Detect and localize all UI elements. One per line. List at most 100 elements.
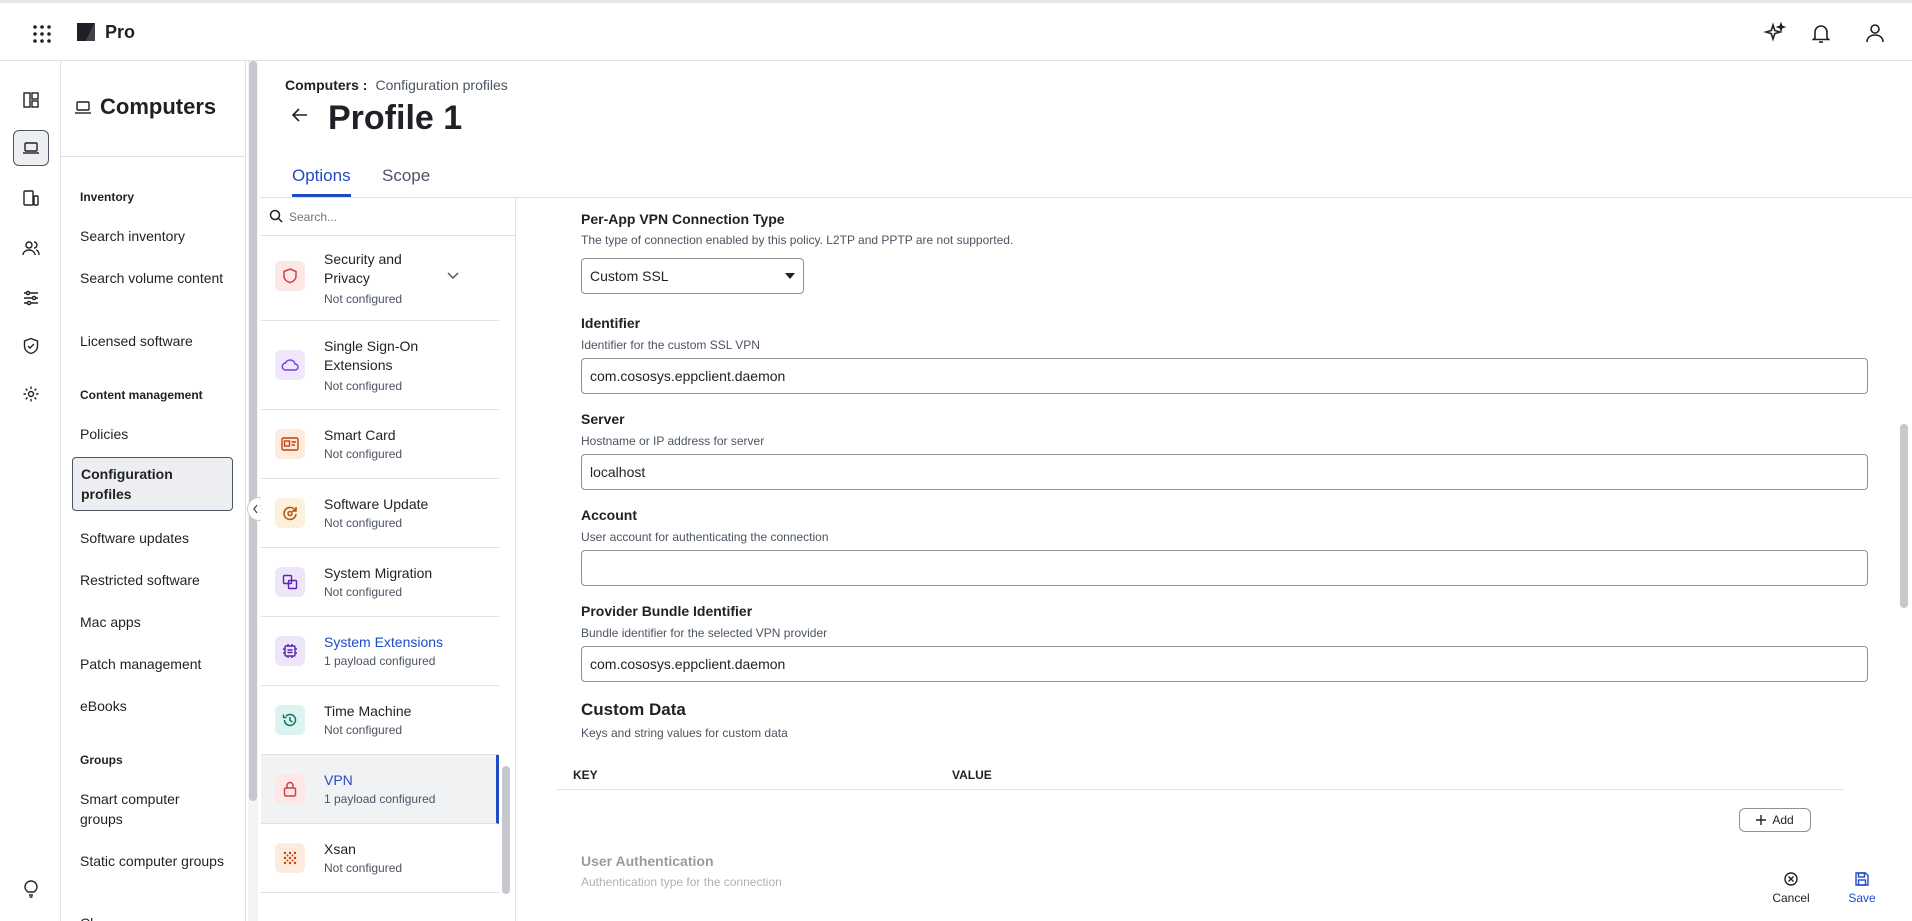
bundle-identifier-input[interactable] [581, 646, 1868, 682]
nav-section-inventory: Inventory [80, 190, 135, 204]
nav-item-search-inventory[interactable]: Search inventory [72, 220, 233, 252]
chevron-down-icon[interactable] [447, 272, 459, 280]
caret-down-icon [785, 273, 795, 279]
payload-item-system-migration[interactable]: System Migration Not configured [261, 548, 499, 617]
nav-item-cl[interactable]: Cl... [72, 907, 233, 921]
history-icon [275, 705, 305, 735]
cancel-label: Cancel [1772, 891, 1810, 905]
payload-status: Not configured [324, 292, 403, 306]
nav-item-search-volume-content[interactable]: Search volume content [72, 262, 233, 294]
shield-icon [275, 261, 305, 291]
payload-status: Not configured [324, 516, 403, 530]
user-icon[interactable] [1863, 21, 1887, 45]
nav-header: Computers [61, 61, 246, 157]
plus-icon [1756, 815, 1767, 825]
connection-type-value: Custom SSL [590, 268, 669, 284]
payload-name: Single Sign-On Extensions [324, 338, 419, 373]
nav-title: Computers [100, 94, 217, 119]
nav-item-patch-management[interactable]: Patch management [72, 648, 233, 680]
account-input[interactable] [581, 550, 1868, 586]
apps-grid-icon[interactable] [30, 22, 54, 46]
search-icon [269, 209, 283, 223]
nav-item-ebooks[interactable]: eBooks [72, 690, 233, 722]
users-icon[interactable] [13, 230, 49, 266]
lock-icon [275, 774, 305, 804]
lightbulb-icon[interactable] [13, 871, 49, 907]
payload-status: Not configured [324, 861, 403, 875]
computer-icon [74, 101, 92, 115]
server-label: Server [581, 411, 625, 427]
add-custom-data-button[interactable]: Add [1739, 808, 1811, 832]
nav-item-software-updates[interactable]: Software updates [72, 522, 233, 554]
payload-item-security-and-privacy[interactable]: Security and Privacy Not configured [261, 236, 499, 321]
gear-icon[interactable] [13, 376, 49, 412]
page-title: Profile 1 [328, 99, 463, 137]
connection-type-label: Per-App VPN Connection Type [581, 211, 785, 227]
connection-type-select[interactable]: Custom SSL [581, 258, 804, 294]
nav-scrollbar[interactable] [248, 61, 258, 921]
devices-icon[interactable] [13, 180, 49, 216]
identifier-input[interactable] [581, 358, 1868, 394]
user-authentication-desc: Authentication type for the connection [581, 875, 782, 889]
computers-nav: Computers Inventory Search inventory Sea… [61, 61, 246, 921]
tab-scope[interactable]: Scope [382, 166, 430, 186]
bell-icon[interactable] [1809, 21, 1833, 45]
payload-item-system-extensions[interactable]: System Extensions 1 payload configured [261, 617, 499, 686]
nav-item-smart-computer-groups[interactable]: Smart computer groups [72, 783, 233, 835]
sparkle-icon[interactable] [1763, 21, 1787, 45]
bundle-identifier-label: Provider Bundle Identifier [581, 603, 753, 619]
payload-name: Security and Privacy [324, 251, 402, 286]
brand-logo-icon[interactable] [75, 21, 97, 43]
payload-status: 1 payload configured [324, 654, 436, 668]
identifier-desc: Identifier for the custom SSL VPN [581, 338, 760, 352]
account-desc: User account for authenticating the conn… [581, 530, 829, 544]
payload-status: Not configured [324, 723, 403, 737]
payload-name: System Migration [324, 565, 433, 581]
dashboard-icon[interactable] [13, 82, 49, 118]
custom-data-title: Custom Data [581, 700, 686, 719]
settings-sliders-icon[interactable] [13, 280, 49, 316]
payload-item-single-sign-on-extensions[interactable]: Single Sign-On Extensions Not configured [261, 321, 499, 410]
nav-section-groups: Groups [80, 753, 123, 767]
payload-item-smart-card[interactable]: Smart Card Not configured [261, 410, 499, 479]
payload-item-software-update[interactable]: Software Update Not configured [261, 479, 499, 548]
grid-dots-icon [275, 843, 305, 873]
payload-search-input[interactable] [289, 204, 504, 230]
form-scrollbar[interactable] [1896, 198, 1912, 921]
payload-name: VPN [324, 772, 353, 788]
nav-item-licensed-software[interactable]: Licensed software [72, 325, 233, 357]
save-icon [1854, 871, 1870, 887]
user-authentication-label: User Authentication [581, 853, 714, 869]
back-arrow-icon[interactable] [292, 108, 308, 122]
cancel-button[interactable]: Cancel [1766, 871, 1816, 905]
server-input[interactable] [581, 454, 1868, 490]
shield-icon[interactable] [13, 328, 49, 364]
add-button-label: Add [1772, 813, 1794, 827]
nav-item-configuration-profiles[interactable]: Configuration profiles [72, 457, 233, 511]
nav-scrollbar-thumb[interactable] [249, 61, 257, 801]
tab-options[interactable]: Options [292, 166, 351, 186]
chip-icon [275, 636, 305, 666]
payload-name: Xsan [324, 841, 356, 857]
breadcrumb-current[interactable]: Configuration profiles [375, 77, 507, 93]
save-button[interactable]: Save [1837, 871, 1887, 905]
id-card-icon [275, 429, 305, 459]
nav-item-mac-apps[interactable]: Mac apps [72, 606, 233, 638]
vpn-settings-form: Per-App VPN Connection Type The type of … [517, 198, 1912, 921]
nav-item-restricted-software[interactable]: Restricted software [72, 564, 233, 596]
breadcrumb-parent[interactable]: Computers : [285, 77, 367, 93]
payload-item-vpn[interactable]: VPN 1 payload configured [261, 755, 499, 824]
migration-icon [275, 567, 305, 597]
form-scrollbar-thumb[interactable] [1900, 424, 1908, 608]
save-label: Save [1848, 891, 1876, 905]
nav-item-policies[interactable]: Policies [72, 418, 233, 450]
nav-item-static-computer-groups[interactable]: Static computer groups [72, 845, 233, 877]
payload-item-time-machine[interactable]: Time Machine Not configured [261, 686, 499, 755]
payload-list-scrollbar[interactable] [502, 766, 510, 894]
payload-name: Time Machine [324, 703, 412, 719]
payload-name: System Extensions [324, 634, 444, 650]
payload-status: Not configured [324, 585, 403, 599]
computer-icon[interactable] [13, 130, 49, 166]
payload-item-xsan[interactable]: Xsan Not configured [261, 824, 499, 893]
brand-name: Pro [105, 22, 136, 42]
